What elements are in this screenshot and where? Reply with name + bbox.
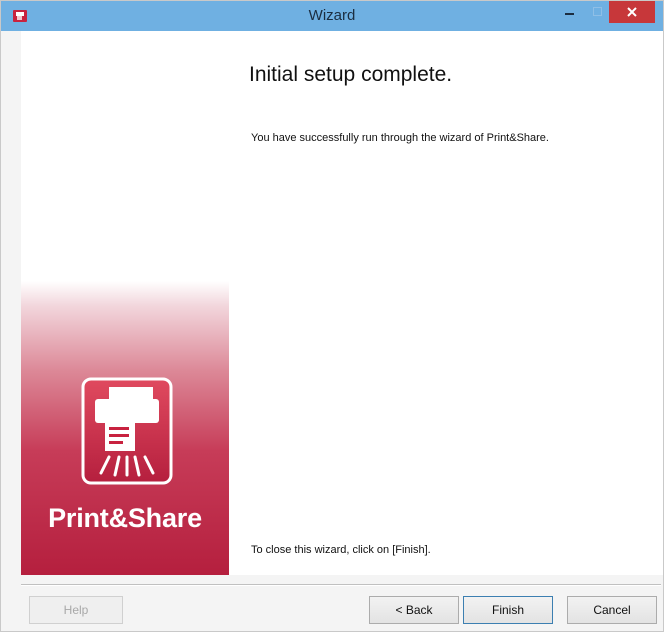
success-message: You have successfully run through the wi… — [251, 132, 549, 144]
brand-banner: Print&Share — [21, 31, 229, 575]
brand-name: Print&Share — [48, 503, 202, 533]
minimize-icon — [565, 13, 574, 15]
finish-button[interactable]: Finish — [463, 596, 553, 624]
back-button[interactable]: < Back — [369, 596, 459, 624]
close-button[interactable] — [609, 1, 655, 23]
help-button[interactable]: Help — [29, 596, 123, 624]
close-icon — [627, 7, 637, 17]
cancel-button[interactable]: Cancel — [567, 596, 657, 624]
button-divider — [21, 584, 661, 586]
wizard-content: Print&Share Initial setup complete. You … — [21, 31, 663, 575]
page-title: Initial setup complete. — [249, 63, 453, 86]
wizard-window: Wizard Print&Share Initial setup complet… — [0, 0, 664, 632]
maximize-icon — [593, 7, 602, 16]
print-share-logo-icon — [81, 377, 173, 485]
title-bar[interactable]: Wizard — [1, 1, 663, 31]
minimize-button[interactable] — [557, 1, 583, 23]
finish-instruction: To close this wizard, click on [Finish]. — [251, 544, 431, 556]
maximize-button[interactable] — [585, 1, 611, 23]
